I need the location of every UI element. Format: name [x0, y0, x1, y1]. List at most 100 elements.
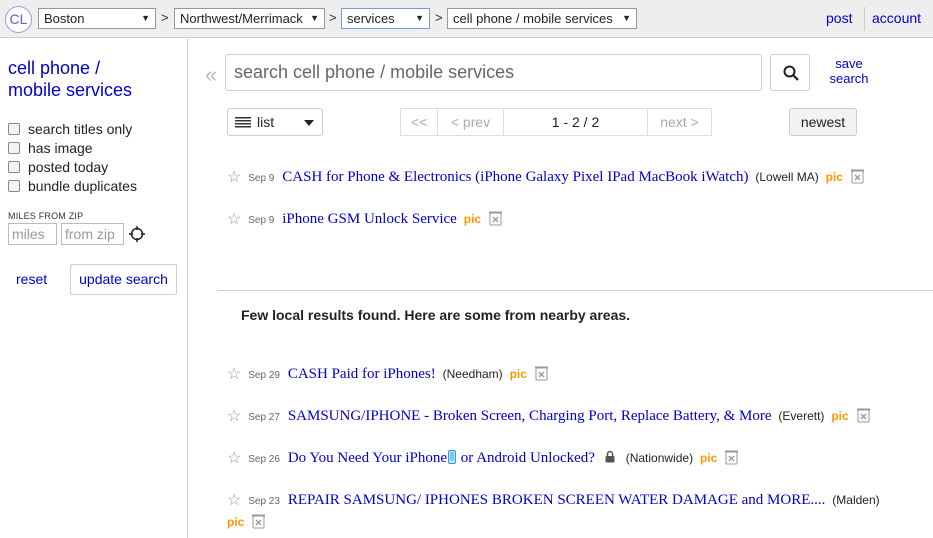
nearby-result-row: ☆ Sep 23 REPAIR SAMSUNG/ IPHONES BROKEN … — [227, 490, 880, 510]
save-search-line1: save — [835, 56, 863, 71]
result-location: (Lowell MA) — [755, 170, 819, 184]
result-location: (Nationwide) — [625, 451, 694, 465]
category-title-line1: cell phone / — [8, 58, 101, 78]
pic-tag: pic — [699, 451, 718, 465]
pic-tag: pic — [227, 515, 245, 529]
result-date: Sep 26 — [248, 454, 280, 465]
result-row: ☆ Sep 9 CASH for Phone & Electronics (iP… — [227, 167, 864, 187]
search-button[interactable] — [770, 54, 810, 91]
lock-icon — [605, 450, 615, 463]
star-favorite-icon[interactable]: ☆ — [227, 167, 241, 187]
miles-from-zip-label: MILES FROM ZIP — [8, 211, 84, 221]
miles-input[interactable]: miles — [8, 223, 57, 245]
nearby-result-row: ☆ Sep 26 Do You Need Your iPhone or Andr… — [227, 448, 739, 468]
result-title-link[interactable]: iPhone GSM Unlock Service — [282, 211, 457, 227]
nearby-result-row: ☆ Sep 27 SAMSUNG/IPHONE - Broken Screen,… — [227, 406, 870, 426]
hide-posting-icon[interactable] — [725, 450, 739, 465]
hide-posting-icon[interactable] — [856, 408, 870, 423]
result-title-link[interactable]: SAMSUNG/IPHONE - Broken Screen, Charging… — [288, 408, 772, 424]
result-date: Sep 23 — [248, 496, 280, 507]
result-title-link[interactable]: REPAIR SAMSUNG/ IPHONES BROKEN SCREEN WA… — [288, 492, 826, 508]
craigslist-logo[interactable]: CL — [5, 6, 32, 33]
account-link[interactable]: account — [872, 10, 921, 26]
pic-tag: pic — [825, 170, 843, 184]
checkbox[interactable] — [8, 142, 20, 154]
nearby-result-row-continued: pic — [227, 513, 266, 529]
result-date: Sep 9 — [248, 215, 275, 226]
filter-label: posted today — [28, 159, 109, 175]
result-title-link[interactable]: CASH Paid for iPhones! — [288, 366, 436, 382]
category-select[interactable]: cell phone / mobile services ▼ — [447, 8, 637, 29]
result-title-link[interactable]: CASH for Phone & Electronics (iPhone Gal… — [282, 169, 748, 185]
checkbox[interactable] — [8, 161, 20, 173]
next-page-button[interactable]: next > — [647, 108, 712, 136]
sidebar: cell phone / mobile services search titl… — [0, 39, 188, 538]
result-title-part2: or Android Unlocked? — [457, 450, 595, 466]
star-favorite-icon[interactable]: ☆ — [227, 406, 241, 426]
search-input[interactable]: search cell phone / mobile services — [225, 54, 762, 91]
collapse-sidebar-icon[interactable]: « — [205, 62, 217, 88]
breadcrumb-separator: > — [161, 10, 169, 25]
save-search-link[interactable]: save search — [822, 56, 876, 86]
result-location: (Needham) — [442, 367, 503, 381]
nearby-result-row: ☆ Sep 29 CASH Paid for iPhones! (Needham… — [227, 364, 548, 384]
prev-page-button[interactable]: < prev — [437, 108, 504, 136]
section-select-value: services — [347, 11, 395, 26]
results-divider — [217, 290, 933, 291]
update-search-button[interactable]: update search — [70, 264, 177, 295]
crosshair-locate-icon[interactable] — [129, 226, 145, 242]
category-title-line2: mobile services — [8, 80, 133, 100]
zip-input[interactable]: from zip — [61, 223, 124, 245]
pic-tag: pic — [509, 367, 527, 381]
result-date: Sep 29 — [248, 370, 280, 381]
breadcrumb-separator: > — [329, 10, 337, 25]
filter-label: bundle duplicates — [28, 178, 137, 194]
filter-label: has image — [28, 140, 93, 156]
save-search-line2: search — [829, 71, 869, 86]
category-select-value: cell phone / mobile services — [453, 11, 613, 26]
category-title[interactable]: cell phone / mobile services — [8, 57, 178, 101]
section-select[interactable]: services ▼ — [341, 8, 430, 29]
mobile-phone-icon — [448, 450, 457, 464]
star-favorite-icon[interactable]: ☆ — [227, 364, 241, 384]
hide-posting-icon[interactable] — [534, 366, 548, 381]
pic-tag: pic — [831, 409, 849, 423]
sort-newest-button[interactable]: newest — [789, 108, 857, 136]
result-location: (Everett) — [778, 409, 825, 423]
result-date: Sep 9 — [248, 173, 275, 184]
chevron-down-icon: ▼ — [310, 13, 319, 23]
star-favorite-icon[interactable]: ☆ — [227, 490, 241, 510]
result-date: Sep 27 — [248, 412, 280, 423]
area-select-value: Boston — [44, 11, 85, 26]
hide-posting-icon[interactable] — [850, 169, 864, 184]
page-range: 1 - 2 / 2 — [503, 108, 648, 136]
chevron-down-icon — [304, 120, 314, 126]
star-favorite-icon[interactable]: ☆ — [227, 448, 241, 468]
result-row: ☆ Sep 9 iPhone GSM Unlock Service pic — [227, 209, 502, 229]
first-page-button[interactable]: << — [400, 108, 438, 136]
view-mode-select[interactable]: list — [227, 108, 323, 136]
star-favorite-icon[interactable]: ☆ — [227, 209, 241, 229]
chevron-down-icon: ▼ — [415, 13, 424, 23]
result-title-part1: Do You Need Your iPhone — [287, 450, 448, 466]
search-icon — [783, 65, 799, 81]
filter-label: search titles only — [28, 121, 133, 137]
checkbox[interactable] — [8, 123, 20, 135]
pic-tag: pic — [463, 212, 482, 226]
subarea-select-value: Northwest/Merrimack — [180, 11, 303, 26]
nearby-results-message: Few local results found. Here are some f… — [241, 307, 631, 323]
subarea-select[interactable]: Northwest/Merrimack ▼ — [174, 8, 325, 29]
result-location: (Malden) — [832, 493, 880, 507]
hide-posting-icon[interactable] — [252, 514, 266, 529]
hide-posting-icon[interactable] — [488, 211, 502, 226]
chevron-down-icon: ▼ — [141, 13, 150, 23]
divider — [864, 7, 865, 31]
area-select[interactable]: Boston ▼ — [38, 8, 156, 29]
top-bar: CL Boston ▼ > Northwest/Merrimack ▼ > se… — [0, 0, 933, 38]
checkbox[interactable] — [8, 180, 20, 192]
result-title-link[interactable]: Do You Need Your iPhone or Android Unloc… — [288, 450, 595, 466]
reset-link[interactable]: reset — [16, 271, 47, 287]
post-link[interactable]: post — [826, 10, 852, 26]
breadcrumb-separator: > — [435, 10, 443, 25]
list-view-icon — [235, 117, 251, 128]
